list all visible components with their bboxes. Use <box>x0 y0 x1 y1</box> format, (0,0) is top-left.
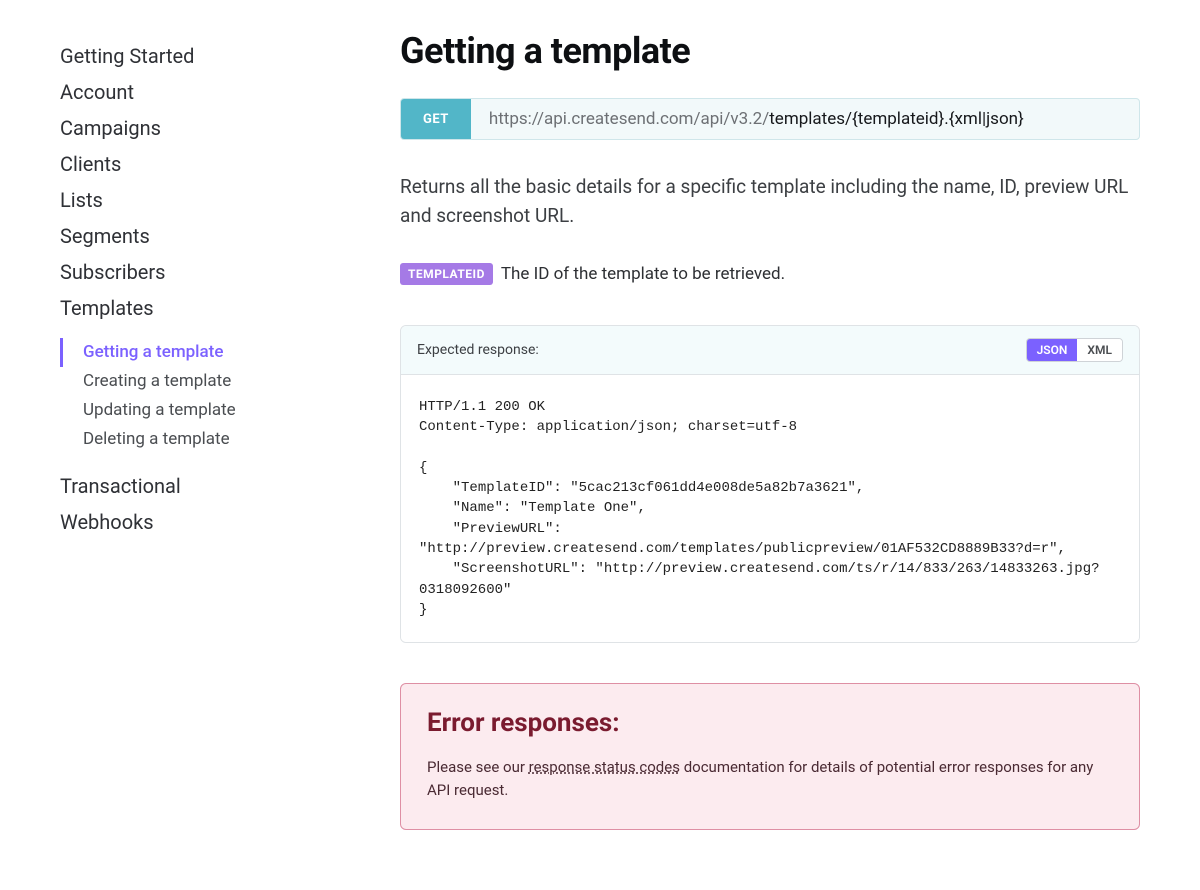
tab-xml[interactable]: XML <box>1077 339 1122 361</box>
param-name-badge: TEMPLATEID <box>400 263 493 285</box>
response-format-tabs: JSON XML <box>1026 338 1123 362</box>
endpoint-url-path: templates/{templateid}.{xml|json} <box>769 109 1024 129</box>
response-card-label: Expected response: <box>417 342 539 358</box>
endpoint-description: Returns all the basic details for a spec… <box>400 172 1140 231</box>
param-row: TEMPLATEID The ID of the template to be r… <box>400 263 1140 285</box>
sidebar-item-campaigns[interactable]: Campaigns <box>60 110 400 146</box>
sidebar-sub-updating-a-template[interactable]: Updating a template <box>63 396 400 425</box>
endpoint-bar: GET https://api.createsend.com/api/v3.2/… <box>400 98 1140 140</box>
error-responses-text: Please see our response status codes doc… <box>427 756 1113 803</box>
sidebar-nav: Getting Started Account Campaigns Client… <box>60 30 400 540</box>
sidebar-item-getting-started[interactable]: Getting Started <box>60 38 400 74</box>
endpoint-url: https://api.createsend.com/api/v3.2/temp… <box>471 99 1042 139</box>
sidebar-item-subscribers[interactable]: Subscribers <box>60 254 400 290</box>
sidebar-sub-creating-a-template[interactable]: Creating a template <box>63 367 400 396</box>
http-method-badge: GET <box>401 99 471 139</box>
page-title: Getting a template <box>400 30 1140 72</box>
error-responses-box: Error responses: Please see our response… <box>400 683 1140 830</box>
sidebar-item-clients[interactable]: Clients <box>60 146 400 182</box>
sidebar-item-account[interactable]: Account <box>60 74 400 110</box>
response-card: Expected response: JSON XML HTTP/1.1 200… <box>400 325 1140 643</box>
sidebar-item-transactional[interactable]: Transactional <box>60 468 400 504</box>
sidebar-item-segments[interactable]: Segments <box>60 218 400 254</box>
endpoint-url-base: https://api.createsend.com/api/v3.2/ <box>489 109 769 129</box>
main-content: Getting a template GET https://api.creat… <box>400 30 1140 830</box>
sidebar-item-lists[interactable]: Lists <box>60 182 400 218</box>
sidebar-sub-templates: Getting a template Creating a template U… <box>60 338 400 468</box>
response-status-codes-link[interactable]: response status codes <box>529 758 680 776</box>
error-responses-title: Error responses: <box>427 708 1113 738</box>
sidebar-sub-getting-a-template[interactable]: Getting a template <box>60 338 400 367</box>
response-card-header: Expected response: JSON XML <box>401 326 1139 375</box>
error-text-pre: Please see our <box>427 758 529 776</box>
sidebar-sub-deleting-a-template[interactable]: Deleting a template <box>63 425 400 454</box>
sidebar-item-templates[interactable]: Templates <box>60 290 400 326</box>
sidebar-item-webhooks[interactable]: Webhooks <box>60 504 400 540</box>
tab-json[interactable]: JSON <box>1027 339 1078 361</box>
response-body: HTTP/1.1 200 OK Content-Type: applicatio… <box>401 375 1139 642</box>
param-description: The ID of the template to be retrieved. <box>501 264 785 284</box>
